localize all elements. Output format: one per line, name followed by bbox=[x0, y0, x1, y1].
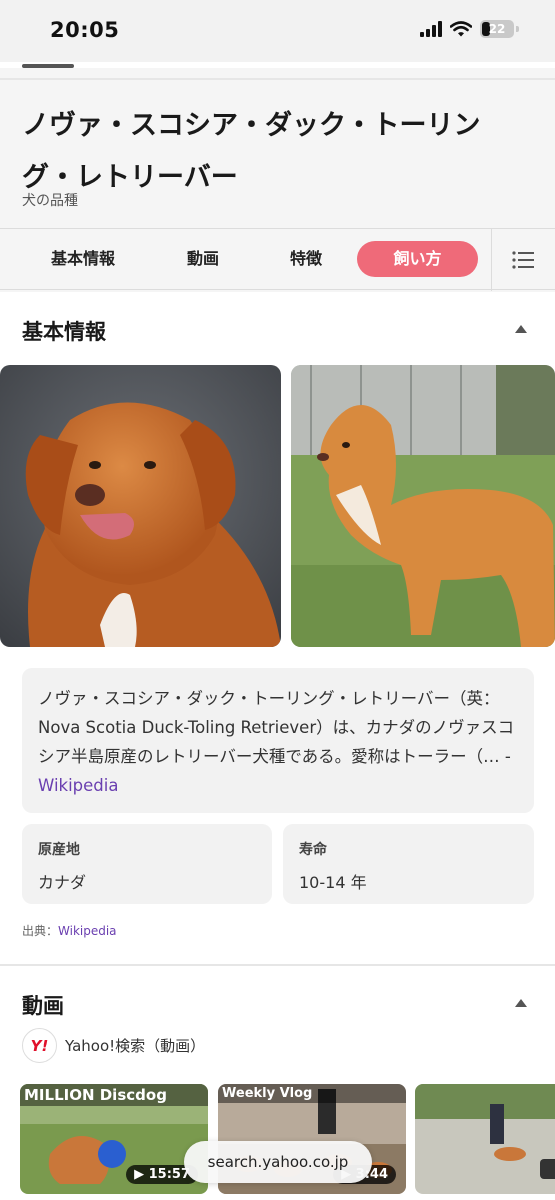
source-label: 出典： bbox=[22, 924, 59, 938]
video-thumbnail[interactable] bbox=[415, 1084, 555, 1194]
provider-name: Yahoo!検索（動画） bbox=[65, 1037, 206, 1055]
video-provider[interactable]: Y! Yahoo!検索（動画） bbox=[22, 1028, 205, 1063]
description-text: ノヴァ・スコシア・ダック・トーリング・レトリーバー（英：Nova Scotia … bbox=[38, 689, 515, 766]
page-subtitle: 犬の品種 bbox=[22, 193, 78, 209]
section-title-videos: 動画 bbox=[22, 994, 64, 1018]
page-title: ノヴァ・スコシア・ダック・トーリング・レトリーバー bbox=[22, 110, 481, 193]
description-card: ノヴァ・スコシア・ダック・トーリング・レトリーバー（英：Nova Scotia … bbox=[22, 668, 534, 813]
divider bbox=[0, 964, 555, 966]
source-attribution: 出典：Wikipedia bbox=[22, 922, 117, 939]
wikipedia-link[interactable]: Wikipedia bbox=[38, 776, 118, 795]
source-wikipedia-link[interactable]: Wikipedia bbox=[58, 924, 117, 938]
status-time: 20:05 bbox=[50, 18, 120, 42]
tab-videos[interactable]: 動画 bbox=[176, 241, 230, 277]
battery-icon: 22 bbox=[480, 20, 514, 38]
fact-card-lifespan: 寿命 10-14 年 bbox=[283, 824, 534, 904]
status-bar: 20:05 22 bbox=[0, 0, 555, 62]
tab-indicator bbox=[22, 64, 74, 68]
fact-value: 10-14 年 bbox=[299, 873, 367, 892]
dog-photo-portrait[interactable] bbox=[0, 365, 281, 647]
collapse-caret-icon[interactable] bbox=[515, 999, 527, 1007]
section-tabs: 基本情報 動画 特徴 飼い方 bbox=[0, 228, 555, 291]
video-title: Weekly Vlog bbox=[218, 1084, 406, 1103]
tab-features[interactable]: 特徴 bbox=[279, 241, 333, 277]
dog-photo-standing[interactable] bbox=[291, 365, 555, 647]
fact-value: カナダ bbox=[38, 873, 87, 892]
battery-level: 22 bbox=[488, 22, 506, 36]
tab-basic-info[interactable]: 基本情報 bbox=[38, 241, 128, 277]
status-icons: 22 bbox=[420, 20, 519, 38]
fact-label: 原産地 bbox=[38, 842, 80, 858]
cellular-signal-icon bbox=[420, 21, 442, 37]
yahoo-logo-icon: Y! bbox=[22, 1028, 57, 1063]
list-menu-icon[interactable] bbox=[512, 251, 534, 269]
divider bbox=[0, 78, 555, 80]
collapse-caret-icon[interactable] bbox=[515, 325, 527, 333]
section-title-basic-info: 基本情報 bbox=[22, 320, 106, 344]
video-title: MILLION Discdog bbox=[20, 1084, 208, 1106]
browser-url-bar[interactable]: search.yahoo.co.jp bbox=[184, 1141, 372, 1183]
divider bbox=[491, 229, 492, 291]
wifi-icon bbox=[450, 21, 472, 37]
video-thumbnail[interactable]: MILLION Discdog ▶ 15:57 bbox=[20, 1084, 208, 1194]
tab-care[interactable]: 飼い方 bbox=[357, 241, 478, 277]
fact-card-origin: 原産地 カナダ bbox=[22, 824, 272, 904]
fact-label: 寿命 bbox=[299, 842, 327, 858]
